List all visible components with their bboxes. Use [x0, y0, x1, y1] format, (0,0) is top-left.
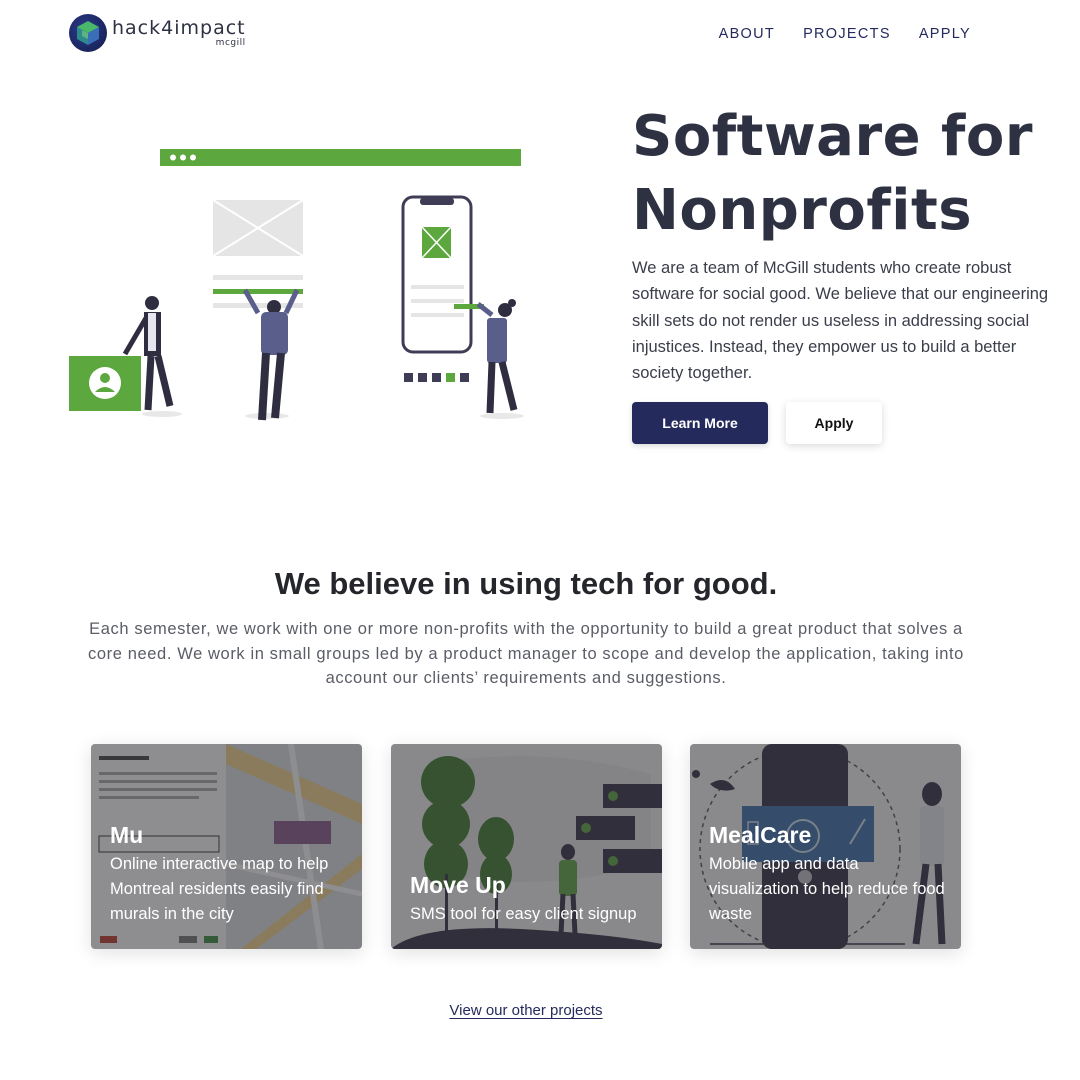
mission-description: Each semester, we work with one or more … — [88, 620, 964, 688]
hero-title: Software for Nonprofits — [632, 104, 1034, 243]
nav-about[interactable]: ABOUT — [719, 26, 775, 42]
view-other-projects-link[interactable]: View our other projects — [449, 1002, 602, 1019]
project-description: SMS tool for easy client signup — [410, 905, 637, 923]
project-card-mu[interactable]: Mu Online interactive map to help Montre… — [91, 744, 362, 949]
nav-apply[interactable]: APPLY — [919, 26, 971, 42]
logo-subtitle: mcgill — [215, 37, 246, 48]
project-description: Online interactive map to help Montreal … — [110, 855, 329, 923]
nav-projects[interactable]: PROJECTS — [803, 26, 891, 42]
hero-illustration — [62, 140, 532, 440]
logo[interactable]: hack4impact mcgill — [69, 14, 246, 52]
apply-button[interactable]: Apply — [786, 402, 882, 444]
project-title: MealCare — [709, 822, 812, 848]
globe-icon — [69, 14, 107, 52]
hero-description: We are a team of McGill students who cre… — [632, 259, 1049, 383]
project-title: Mu — [110, 822, 144, 848]
project-title: Move Up — [410, 872, 506, 898]
view-more-container: View our other projects — [0, 1002, 1052, 1020]
project-card-move-up[interactable]: Move Up SMS tool for easy client signup — [391, 744, 662, 949]
project-description: Mobile app and data visualization to hel… — [709, 855, 945, 923]
project-card-mealcare[interactable]: MealCare Mobile app and data visualizati… — [690, 744, 961, 949]
main-nav: ABOUT PROJECTS APPLY — [719, 26, 971, 42]
learn-more-button[interactable]: Learn More — [632, 402, 768, 444]
logo-name: hack4impact — [112, 16, 246, 39]
mission-title: We believe in using tech for good. — [274, 566, 778, 601]
